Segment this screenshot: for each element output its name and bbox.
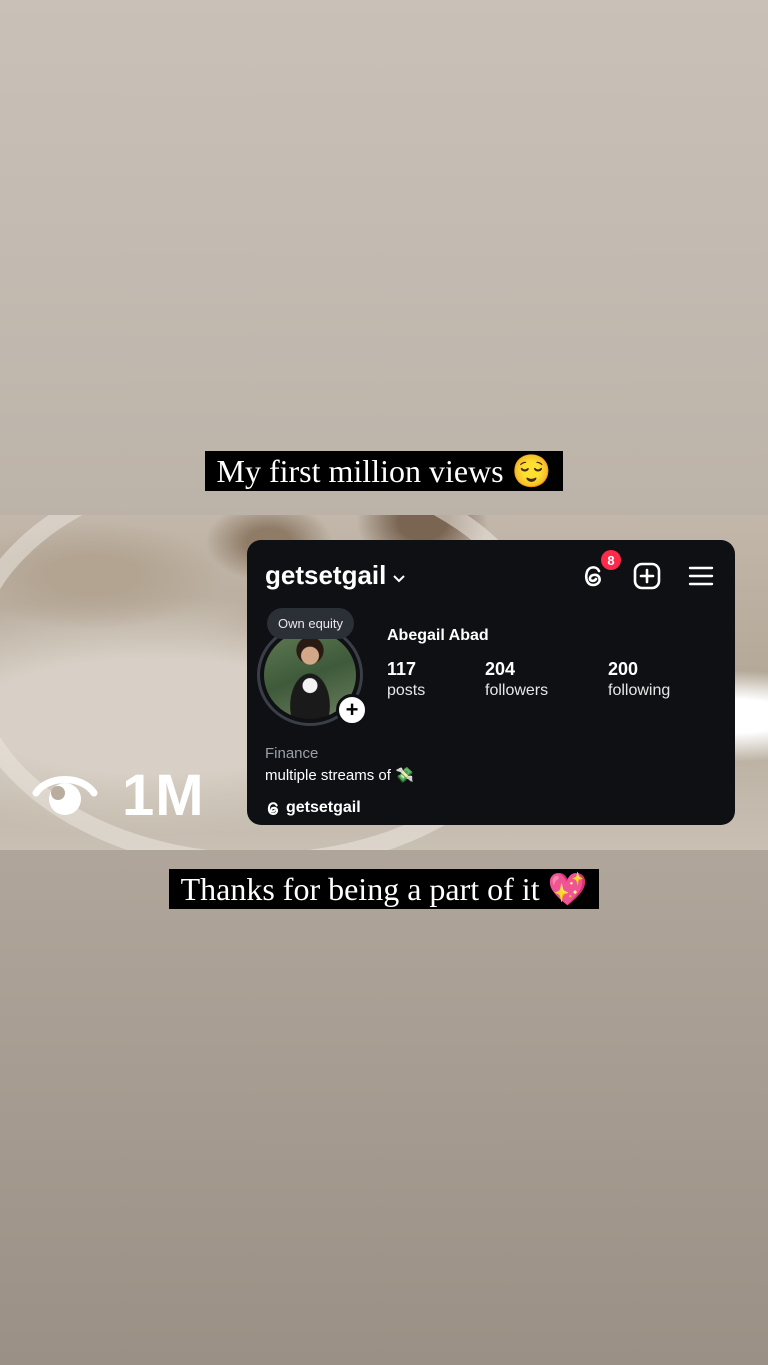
- hamburger-menu-icon: [688, 566, 714, 586]
- header-actions: 8: [555, 550, 717, 592]
- chevron-down-icon: [392, 560, 406, 591]
- stat-followers[interactable]: 204 followers: [485, 659, 548, 700]
- threads-button[interactable]: 8: [577, 550, 621, 592]
- stat-posts-label: posts: [387, 682, 426, 699]
- view-count: 1M: [30, 763, 205, 828]
- stat-posts-number: 117: [387, 659, 417, 679]
- profile-card: getsetgail 8 + Own equity Abegail Abad 1…: [247, 540, 735, 825]
- create-button[interactable]: [631, 560, 663, 592]
- stat-posts[interactable]: 117 posts: [387, 659, 425, 700]
- profile-note[interactable]: Own equity: [267, 608, 355, 639]
- threads-icon: [584, 566, 601, 587]
- story-caption-bottom: Thanks for being a part of it 💖: [0, 869, 768, 909]
- stat-followers-label: followers: [485, 682, 549, 699]
- caption-text-bottom: Thanks for being a part of it 💖: [168, 869, 600, 909]
- menu-button[interactable]: [685, 560, 717, 592]
- stat-followers-number: 204: [485, 659, 516, 679]
- caption-text-top: My first million views 😌: [204, 451, 564, 491]
- view-count-number: 1M: [122, 762, 205, 828]
- username: getsetgail: [265, 560, 387, 590]
- stat-following-number: 200: [608, 659, 639, 679]
- profile-category: Finance: [265, 745, 319, 762]
- full-name: Abegail Abad: [387, 627, 489, 644]
- profile-bio: multiple streams of 💸: [265, 767, 414, 784]
- username-switcher[interactable]: getsetgail: [265, 560, 406, 591]
- threads-badge: 8: [601, 550, 621, 570]
- plus-square-icon: [633, 562, 661, 590]
- threads-handle: getsetgail: [286, 799, 361, 816]
- stat-following[interactable]: 200 following: [608, 659, 670, 700]
- story-caption-top: My first million views 😌: [0, 451, 768, 491]
- stat-following-label: following: [608, 682, 671, 699]
- add-story-icon[interactable]: +: [336, 694, 368, 726]
- eye-views-icon: [32, 776, 98, 815]
- threads-link-icon: [267, 801, 279, 815]
- threads-profile-link[interactable]: getsetgail: [265, 799, 361, 817]
